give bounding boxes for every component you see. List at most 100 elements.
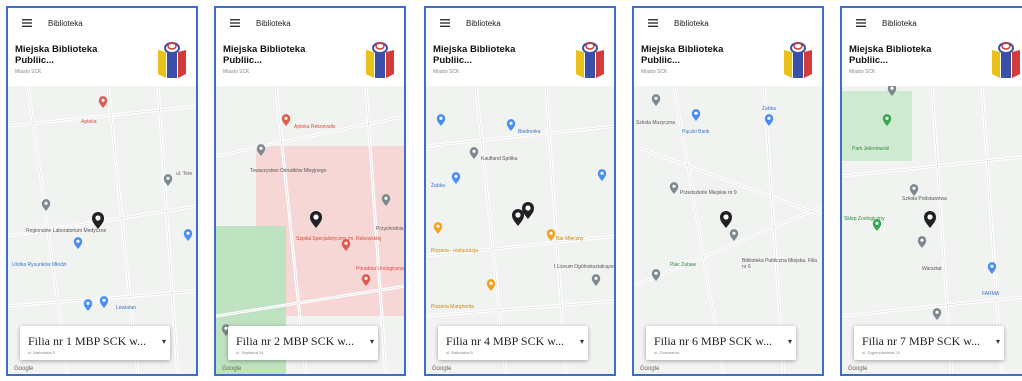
phone-screen: Biblioteka Miejska Biblioteka Publiic... M…	[424, 6, 616, 376]
branch-address: ul. Szpitalna 14	[236, 350, 264, 355]
map-pin-dot	[489, 281, 493, 285]
dropdown-caret-icon[interactable]: ▾	[788, 337, 792, 346]
branch-address: ul. Bałtowska 5	[446, 350, 473, 355]
library-name: Miejska Biblioteka Publiic...	[223, 44, 306, 66]
map-place-label: Biblioteka Publiczna Miejska, Filia nr 6	[742, 258, 818, 270]
library-logo	[988, 40, 1022, 80]
branch-selector[interactable]: Filia nr 6 MBP SCK w... ul. Cmentarna ▾	[646, 326, 796, 360]
library-header: Miejska Biblioteka Publiic... Miasto SCK	[634, 38, 822, 86]
hamburger-menu-icon[interactable]	[434, 12, 456, 34]
map-pin-dot	[102, 298, 106, 302]
app-bar: Biblioteka	[8, 8, 196, 38]
map-pin-dot	[920, 238, 924, 242]
map-pin-dot	[654, 96, 658, 100]
branch-name: Filia nr 2 MBP SCK w...	[236, 334, 355, 348]
library-logo	[780, 40, 816, 80]
dropdown-caret-icon[interactable]: ▾	[162, 337, 166, 346]
phone-screen: Biblioteka Miejska Biblioteka Publiic... M…	[214, 6, 406, 376]
hamburger-menu-icon[interactable]	[224, 12, 246, 34]
map-view[interactable]: Biedronka Kaufland Spółka Żabka Pizzeria - …	[426, 85, 614, 374]
library-name: Miejska Biblioteka Publiic...	[433, 44, 516, 66]
google-attribution: Google	[432, 366, 452, 372]
map-place-label: ul. Tere	[176, 171, 193, 177]
library-header: Miejska Biblioteka Publiic... Miasto SCK	[842, 38, 1022, 86]
map-view[interactable]: Apteka Regionalne Laboratorium Medyczne Ul…	[8, 85, 196, 374]
branch-selector[interactable]: Filia nr 1 MBP SCK w... ul. Bałtowska 5 ▾	[20, 326, 170, 360]
dropdown-caret-icon[interactable]: ▾	[996, 337, 1000, 346]
map-place-label: Biedronka	[518, 129, 541, 135]
map-pin-dot	[990, 264, 994, 268]
dropdown-caret-icon[interactable]: ▾	[370, 337, 374, 346]
branch-address: ul. Bałtowska 5	[28, 350, 55, 355]
app-bar: Biblioteka	[842, 8, 1022, 38]
map-place-label: Żabka	[762, 106, 776, 112]
library-name: Miejska Biblioteka Publiic...	[849, 44, 932, 66]
map-place-label: Szkoła Podstawowa	[902, 196, 947, 202]
hamburger-menu-icon[interactable]	[850, 12, 872, 34]
library-subtitle: Miasto SCK	[15, 69, 42, 75]
map-pin-dot	[732, 231, 736, 235]
map-place-label: Lewiatan	[116, 305, 137, 311]
map-place-label: Bar Mleczny	[556, 236, 584, 242]
branch-selector[interactable]: Filia nr 4 MBP SCK w... ul. Bałtowska 5 ▾	[438, 326, 588, 360]
map-pin-dot	[384, 196, 388, 200]
map-view[interactable]: Szkoła Muzyczna Pączki Bank Żabka Przedszko…	[634, 85, 822, 374]
map-pin-dot	[76, 239, 80, 243]
map-pin-dot	[654, 271, 658, 275]
map-place-label: Pączki Bank	[682, 129, 710, 135]
library-subtitle: Miasto SCK	[641, 69, 668, 75]
branch-address: ul. Cmentarna	[654, 350, 680, 355]
map-pin-dot	[364, 276, 368, 280]
branch-name: Filia nr 4 MBP SCK w...	[446, 334, 565, 348]
library-logo	[154, 40, 190, 80]
branch-address: ul. Zygmuntowska 23	[862, 350, 900, 355]
hamburger-menu-icon[interactable]	[642, 12, 664, 34]
dropdown-caret-icon[interactable]: ▾	[580, 337, 584, 346]
map-pin-dot	[439, 116, 443, 120]
branch-name: Filia nr 1 MBP SCK w...	[28, 334, 147, 348]
library-pin-dot	[927, 214, 933, 220]
map-place-label: Szpital Specjalistyczny im. Rekowskiej	[296, 236, 382, 242]
library-pin-dot	[313, 214, 319, 220]
map-view[interactable]: Apteka Rekonvalis Towarzystwo Ośrodków Mi…	[216, 85, 404, 374]
map-place-label: FARMA	[982, 291, 1000, 297]
map-place-label: Apteka	[81, 119, 97, 125]
map-place-label: Plac Zabaw	[670, 262, 697, 268]
branch-selector[interactable]: Filia nr 2 MBP SCK w... ul. Szpitalna 14 ▾	[228, 326, 378, 360]
map-place-label: Pizzeria - restauracja	[431, 248, 478, 254]
library-header: Miejska Biblioteka Publiic... Miasto SCK	[8, 38, 196, 86]
map-pin-dot	[672, 184, 676, 188]
map-pin-dot	[890, 86, 894, 90]
phone-screen: Biblioteka Miejska Biblioteka Publiic... M…	[632, 6, 824, 376]
map-pin-dot	[472, 149, 476, 153]
map-pin-dot	[284, 116, 288, 120]
map-pin-dot	[912, 186, 916, 190]
app-bar: Biblioteka	[426, 8, 614, 38]
phone-screen: Biblioteka Miejska Biblioteka Publiic... M…	[840, 6, 1022, 376]
map-place-label: Przychodnia	[376, 226, 404, 232]
google-attribution: Google	[222, 366, 242, 372]
map-view[interactable]: Park Jeleniowski Sklep Zoologiczny Szkoła …	[842, 84, 1022, 374]
hamburger-menu-icon[interactable]	[16, 12, 38, 34]
library-header: Miejska Biblioteka Publiic... Miasto SCK	[426, 38, 614, 86]
map-place-label: Park Jeleniowski	[852, 146, 890, 152]
map-pin-dot	[600, 171, 604, 175]
library-pin-dot	[723, 214, 729, 220]
library-pin-dot	[95, 215, 101, 221]
library-logo	[572, 40, 608, 80]
branch-name: Filia nr 6 MBP SCK w...	[654, 334, 773, 348]
map-place-label: Sklep Zoologiczny	[844, 216, 885, 222]
map-pin-dot	[694, 111, 698, 115]
google-attribution: Google	[848, 366, 868, 372]
map-pin-dot	[166, 176, 170, 180]
library-subtitle: Miasto SCK	[433, 69, 460, 75]
app-bar: Biblioteka	[216, 8, 404, 38]
google-attribution: Google	[14, 366, 34, 372]
app-title: Biblioteka	[882, 18, 917, 28]
app-title: Biblioteka	[256, 18, 291, 28]
map-place-label: Przedszkole Miejskie nr 9	[680, 190, 737, 196]
branch-selector[interactable]: Filia nr 7 MBP SCK w... ul. Zygmuntowska …	[854, 326, 1004, 360]
map-place-label: Poradnia Urologiczna	[356, 266, 404, 272]
library-subtitle: Miasto SCK	[223, 69, 250, 75]
app-title: Biblioteka	[48, 18, 83, 28]
